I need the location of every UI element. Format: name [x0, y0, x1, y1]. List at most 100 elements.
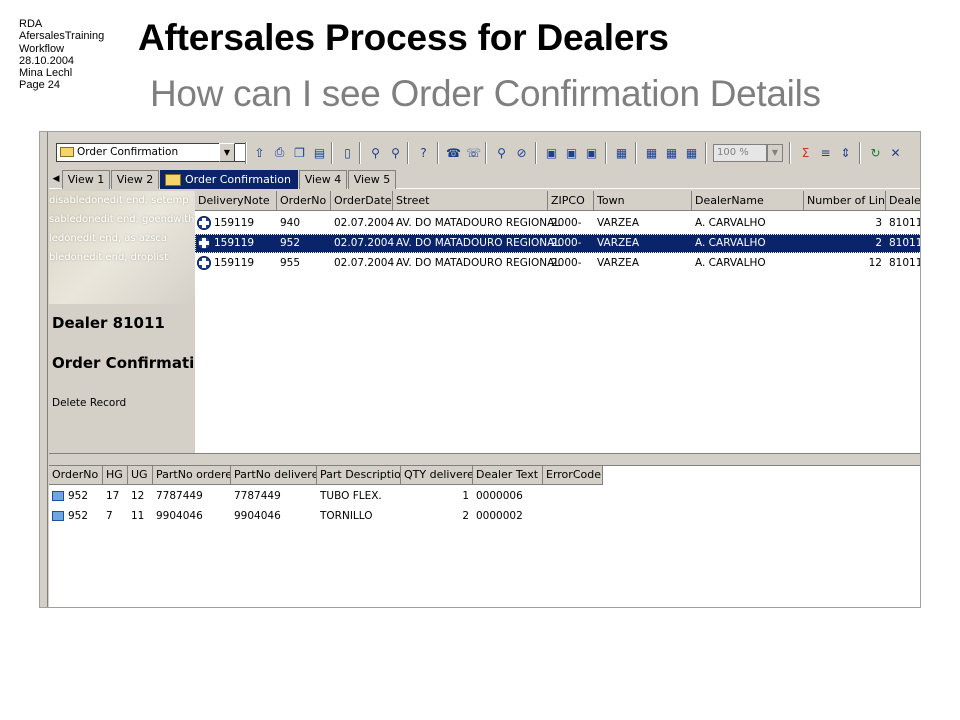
cell-order-no: 955: [280, 257, 301, 269]
toolbar-separator: [331, 142, 333, 164]
layout-3-icon[interactable]: ▣: [583, 144, 600, 161]
column-header[interactable]: Street: [393, 191, 548, 211]
close-icon[interactable]: ✕: [887, 144, 904, 161]
tab-scroll-left-icon[interactable]: ◀: [50, 170, 62, 188]
tab-view-1[interactable]: View 1: [62, 170, 110, 189]
table-row[interactable]: 159119 940 02.07.2004 AV. DO MATADOURO R…: [195, 214, 921, 233]
filter-icon[interactable]: ⚲: [493, 144, 510, 161]
cell-delivery-note: 159119: [214, 257, 255, 269]
column-header[interactable]: OrderNo: [277, 191, 331, 211]
column-header[interactable]: ZIPCO: [548, 191, 594, 211]
column-header[interactable]: OrderDate: [331, 191, 393, 211]
cell-partno-delivered: 7787449: [234, 490, 281, 502]
phone-icon[interactable]: ☎: [445, 144, 462, 161]
search-icon[interactable]: ⚲: [367, 144, 384, 161]
zoom-select[interactable]: 100 %: [713, 144, 767, 162]
background-image: disabledonedit end, setemp sabledonedit …: [49, 191, 195, 304]
column-header[interactable]: HG: [103, 466, 128, 485]
column-header[interactable]: OrderNo: [49, 466, 103, 485]
cell-zipco: 2000-: [551, 257, 582, 269]
column-header[interactable]: ErrorCode: [543, 466, 603, 485]
toolbar-separator: [407, 142, 409, 164]
view-tabs: ◀ View 1 View 2 Order Confirmation View …: [49, 169, 920, 189]
cell-qty-delivered: 1: [462, 490, 469, 502]
cell-ug: 12: [131, 490, 145, 502]
tab-view-5[interactable]: View 5: [348, 170, 396, 189]
column-header[interactable]: DealerNo: [886, 191, 920, 211]
ghost-text: ledonedit end, as azsca: [49, 233, 168, 244]
column-header[interactable]: DealerName: [692, 191, 804, 211]
statistics-icon[interactable]: ≡: [817, 144, 834, 161]
calendar-icon[interactable]: ▦: [683, 144, 700, 161]
column-header[interactable]: PartNo ordered: [153, 466, 231, 485]
clipboard-icon[interactable]: ▤: [311, 144, 328, 161]
toolbar-separator: [789, 142, 791, 164]
cell-part-description: TORNILLO: [320, 510, 373, 522]
sort-icon[interactable]: ⇕: [837, 144, 854, 161]
column-header[interactable]: Number of Lines: [804, 191, 886, 211]
layout-1-icon[interactable]: ▣: [543, 144, 560, 161]
window-left-border: [40, 132, 48, 607]
column-header[interactable]: Part Description: [317, 466, 401, 485]
cell-order-no: 952: [68, 510, 89, 522]
cell-dealer-no: 81011: [889, 257, 921, 269]
cell-delivery-note: 159119: [214, 237, 255, 249]
print-icon[interactable]: ⎙: [271, 144, 288, 161]
page-icon[interactable]: ▯: [339, 144, 356, 161]
delete-record-button[interactable]: Delete Record: [52, 397, 126, 409]
cell-number-of-lines: 2: [875, 237, 882, 249]
refresh-icon[interactable]: ↻: [867, 144, 884, 161]
table-row[interactable]: 952 17 12 7787449 7787449 TUBO FLEX. 1 0…: [49, 487, 920, 506]
table-row[interactable]: 952 7 11 9904046 9904046 TORNILLO 2 0000…: [49, 507, 920, 526]
meta-line: RDA: [19, 18, 43, 30]
copy-icon[interactable]: ❐: [291, 144, 308, 161]
cell-street: AV. DO MATADOURO REGIONAL: [396, 217, 561, 229]
table-view-icon[interactable]: ▦: [663, 144, 680, 161]
phone-hangup-icon[interactable]: ☏: [465, 144, 482, 161]
layout-2-icon[interactable]: ▣: [563, 144, 580, 161]
toolbar-separator: [635, 142, 637, 164]
dropdown-arrow-icon[interactable]: ▼: [219, 143, 235, 162]
help-icon[interactable]: ?: [415, 144, 432, 161]
column-header[interactable]: UG: [128, 466, 153, 485]
toolbar-separator: [605, 142, 607, 164]
cell-dealer-no: 81011: [889, 217, 921, 229]
zoom-dropdown-icon[interactable]: ▼: [767, 144, 783, 162]
toolbar-separator: [245, 142, 247, 164]
tab-view-2[interactable]: View 2: [111, 170, 159, 189]
ghost-text: disabledonedit end, setemp: [49, 195, 189, 206]
form-panel: disabledonedit end, setemp sabledonedit …: [49, 191, 215, 453]
cell-number-of-lines: 3: [875, 217, 882, 229]
cell-street: AV. DO MATADOURO REGIONAL: [396, 257, 561, 269]
dealer-title: Dealer 81011: [52, 314, 165, 332]
table-row-selected[interactable]: 159119 952 02.07.2004 AV. DO MATADOURO R…: [195, 234, 920, 253]
splitter[interactable]: [49, 453, 920, 459]
cell-hg: 7: [106, 510, 113, 522]
cell-dealer-name: A. CARVALHO: [695, 217, 766, 229]
toolbar-separator: [859, 142, 861, 164]
cell-delivery-note: 159119: [214, 217, 255, 229]
ghost-text: bledonedit end, droplist: [49, 252, 169, 263]
export-icon[interactable]: ⇧: [251, 144, 268, 161]
column-header[interactable]: Town: [594, 191, 692, 211]
column-header[interactable]: QTY delivered: [401, 466, 473, 485]
tab-view-4[interactable]: View 4: [299, 170, 347, 189]
column-header[interactable]: PartNo delivered: [231, 466, 317, 485]
toolbar-separator: [359, 142, 361, 164]
clear-filter-icon[interactable]: ⊘: [513, 144, 530, 161]
cell-partno-ordered: 7787449: [156, 490, 203, 502]
search-next-icon[interactable]: ⚲: [387, 144, 404, 161]
column-header[interactable]: DeliveryNote: [195, 191, 277, 211]
column-header[interactable]: Dealer Text: [473, 466, 543, 485]
view-selector[interactable]: Order Confirmation: [56, 143, 246, 162]
toolbar-separator: [535, 142, 537, 164]
table-row[interactable]: 159119 955 02.07.2004 AV. DO MATADOURO R…: [195, 254, 921, 273]
sum-icon[interactable]: Σ: [797, 144, 814, 161]
cell-qty-delivered: 2: [462, 510, 469, 522]
meta-line: Mina Lechl: [19, 67, 73, 80]
grid-view-icon[interactable]: ▦: [643, 144, 660, 161]
cell-number-of-lines: 12: [868, 257, 882, 269]
detail-view-icon[interactable]: ▦: [613, 144, 630, 161]
tab-order-confirmation[interactable]: Order Confirmation: [160, 170, 298, 189]
toolbar-separator: [437, 142, 439, 164]
